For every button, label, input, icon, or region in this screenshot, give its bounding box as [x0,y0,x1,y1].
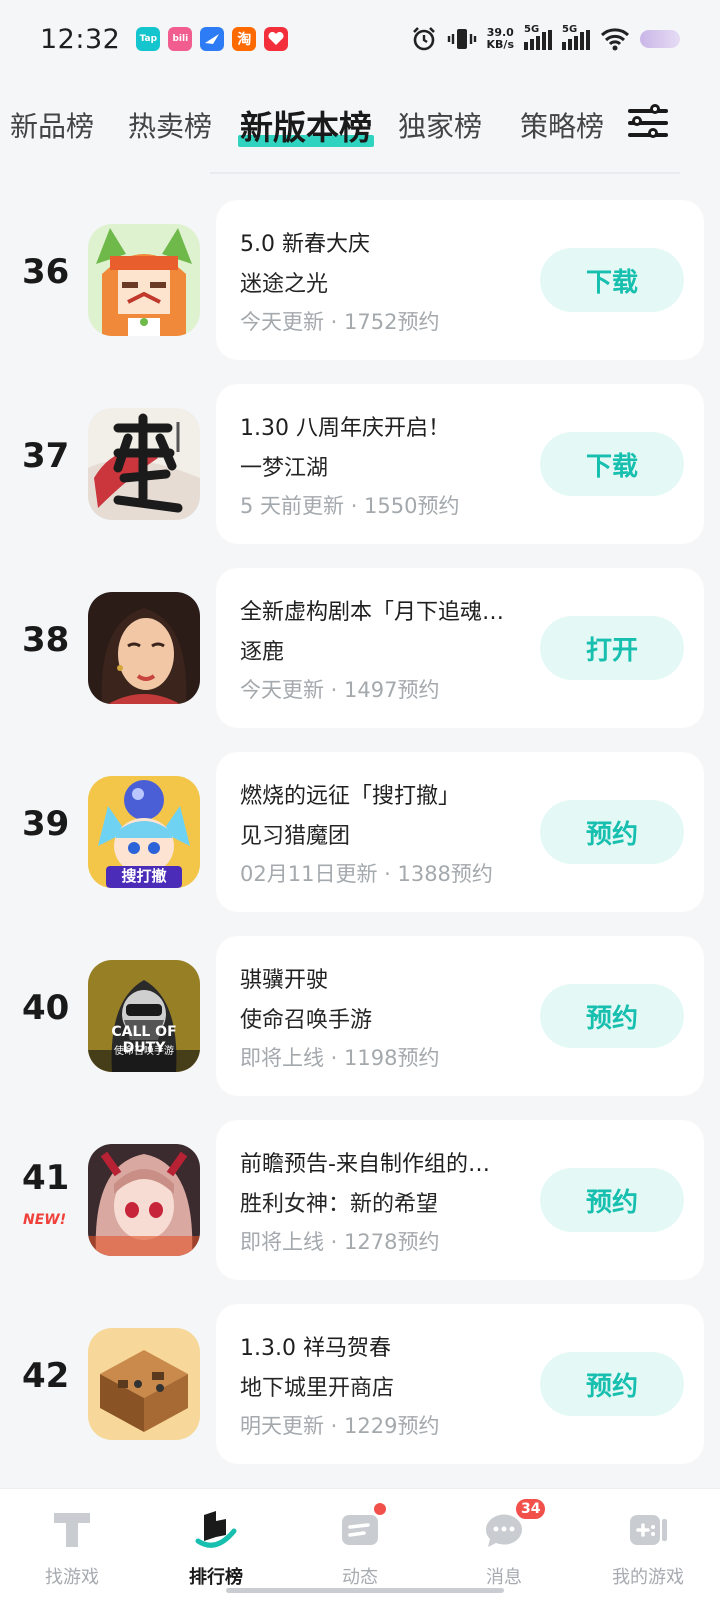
open-button[interactable]: 打开 [540,616,684,680]
update-meta: 明天更新 · 1229预约 [240,1414,440,1438]
nav-my-games[interactable]: 我的游戏 [576,1489,720,1600]
my-games-icon [630,1515,667,1545]
list-item[interactable]: 42 1.3.0 祥马贺春 地下城里开商店 明天更新 · 1229预约 预约 [0,1304,720,1464]
find-game-icon [54,1513,90,1547]
update-title: 骐骥开驶 [240,968,329,993]
ancient-lady-portrait-icon[interactable] [88,592,200,704]
reserve-button[interactable]: 预约 [540,1168,684,1232]
message-count-badge: 34 [514,1497,548,1521]
calligraphy-logo-icon[interactable] [88,408,200,520]
signal-sim1-icon: 5G [524,24,552,50]
game-name: 逐鹿 [240,640,285,665]
nav-messages[interactable]: 34 消息 [432,1489,576,1600]
list-item[interactable]: 36 5.0 新春大庆 迷途之光 今天更新 · 1752预约 下载 [0,200,720,360]
taptap-notification-icon: Tap [136,27,161,51]
network-speed: 39.0 KB/s [486,26,514,51]
reserve-button[interactable]: 预约 [540,1352,684,1416]
filter-settings-icon[interactable] [628,103,668,143]
feishu-notification-icon [200,27,225,51]
list-item[interactable]: 40 CALL OF DUTY 使命召唤手游 骐骥开驶 使命召唤手游 即将上线 … [0,936,720,1096]
update-title: 燃烧的远征「搜打撤」 [240,784,461,809]
nav-ranking[interactable]: 排行榜 [144,1489,288,1600]
update-meta: 今天更新 · 1752预约 [240,310,440,334]
update-title: 5.0 新春大庆 [240,232,370,257]
game-card[interactable]: 5.0 新春大庆 迷途之光 今天更新 · 1752预约 下载 [216,200,704,360]
game-card[interactable]: 骐骥开驶 使命召唤手游 即将上线 · 1198预约 预约 [216,936,704,1096]
rank-number: 38 [22,620,70,660]
game-name: 一梦江湖 [240,456,329,481]
nav-find-game[interactable]: 找游戏 [0,1489,144,1600]
pixel-fox-girl-icon[interactable] [88,224,200,336]
download-button[interactable]: 下载 [540,432,684,496]
isometric-shop-room-icon[interactable] [88,1328,200,1440]
update-meta: 5 天前更新 · 1550预约 [240,494,460,518]
rank-number: 37 [22,436,70,476]
game-name: 使命召唤手游 [240,1008,373,1033]
tab-exclusive[interactable]: 独家榜 [398,105,482,145]
ranking-icon [195,1511,237,1548]
game-card[interactable]: 前瞻预告-来自制作组的… 胜利女神：新的希望 即将上线 · 1278预约 预约 [216,1120,704,1280]
game-name: 迷途之光 [240,272,329,297]
nav-feed[interactable]: 动态 [288,1489,432,1600]
wifi-icon [600,28,630,51]
rank-number: 36 [22,252,70,292]
tab-strategy[interactable]: 策略榜 [520,105,604,145]
update-title: 前瞻预告-来自制作组的… [240,1152,490,1177]
ranking-tabs: 新品榜 热卖榜 新版本榜 独家榜 策略榜 [0,95,720,165]
game-card[interactable]: 1.30 八周年庆开启！ 一梦江湖 5 天前更新 · 1550预约 下载 [216,384,704,544]
rank-number: 41 [22,1158,70,1198]
update-meta: 即将上线 · 1198预约 [240,1046,440,1070]
divider [210,172,680,174]
tab-new-products[interactable]: 新品榜 [10,105,94,145]
game-card[interactable]: 全新虚构剧本「月下追魂… 逐鹿 今天更新 · 1497预约 打开 [216,568,704,728]
tab-hot-selling[interactable]: 热卖榜 [128,105,212,145]
download-button[interactable]: 下载 [540,248,684,312]
bottom-navigation: 找游戏 排行榜 动态 34 消息 我的游戏 [0,1488,720,1600]
notification-icons: Tap bili 淘 [136,27,289,51]
list-item[interactable]: 37 1.30 八周年庆开启！ 一梦江湖 5 天前更新 · 1550预约 下载 [0,384,720,544]
reserve-button[interactable]: 预约 [540,800,684,864]
vibrate-icon [447,29,476,49]
taobao-notification-icon: 淘 [232,27,257,51]
game-name: 地下城里开商店 [240,1376,395,1401]
rank-number: 39 [22,804,70,844]
update-meta: 今天更新 · 1497预约 [240,678,440,702]
update-meta: 02月11日更新 · 1388预约 [240,862,493,886]
rank-number: 42 [22,1356,70,1396]
game-card[interactable]: 1.3.0 祥马贺春 地下城里开商店 明天更新 · 1229预约 预约 [216,1304,704,1464]
rank-number: 40 [22,988,70,1028]
update-title: 全新虚构剧本「月下追魂… [240,600,505,625]
list-item[interactable]: 39 搜打撤 燃烧的远征「搜打撤」 见习猎魔团 02月11日更新 · 1388预… [0,752,720,912]
game-name: 胜利女神：新的希望 [240,1192,439,1217]
reserve-button[interactable]: 预约 [540,984,684,1048]
game-card[interactable]: 燃烧的远征「搜打撤」 见习猎魔团 02月11日更新 · 1388预约 预约 [216,752,704,912]
anime-fox-girl-icon[interactable]: 搜打撤 [88,776,200,888]
home-indicator[interactable] [226,1588,504,1593]
feed-unread-dot [372,1501,388,1517]
redapp-notification-icon [264,27,289,51]
icon-subtitle: 使命召唤手游 [114,1046,174,1057]
new-badge: NEW! [23,1212,67,1228]
signal-sim2-icon: 5G [562,24,590,50]
bilibili-notification-icon: bili [168,27,193,51]
alarm-icon [412,27,435,51]
list-item[interactable]: 41 NEW! 前瞻预告-来自制作组的… 胜利女神：新的希望 即将上线 · 12… [0,1120,720,1280]
status-indicators: 39.0 KB/s 5G 5G [411,24,680,52]
list-item[interactable]: 38 全新虚构剧本「月下追魂… 逐鹿 今天更新 · 1497预约 打开 [0,568,720,728]
icon-caption: 搜打撤 [121,867,167,885]
anime-red-eye-girl-icon[interactable] [88,1144,200,1256]
update-title: 1.3.0 祥马贺春 [240,1336,391,1361]
update-title: 1.30 八周年庆开启！ [240,416,450,441]
update-meta: 即将上线 · 1278预约 [240,1230,440,1254]
game-name: 见习猎魔团 [240,824,351,849]
call-of-duty-icon[interactable]: CALL OF DUTY 使命召唤手游 [88,960,200,1072]
status-bar: 12:32 Tap bili 淘 39.0 KB/s 5G 5G [0,0,720,78]
status-time: 12:32 [40,23,121,55]
tab-new-version[interactable]: 新版本榜 [238,101,374,149]
battery-icon [640,30,680,48]
